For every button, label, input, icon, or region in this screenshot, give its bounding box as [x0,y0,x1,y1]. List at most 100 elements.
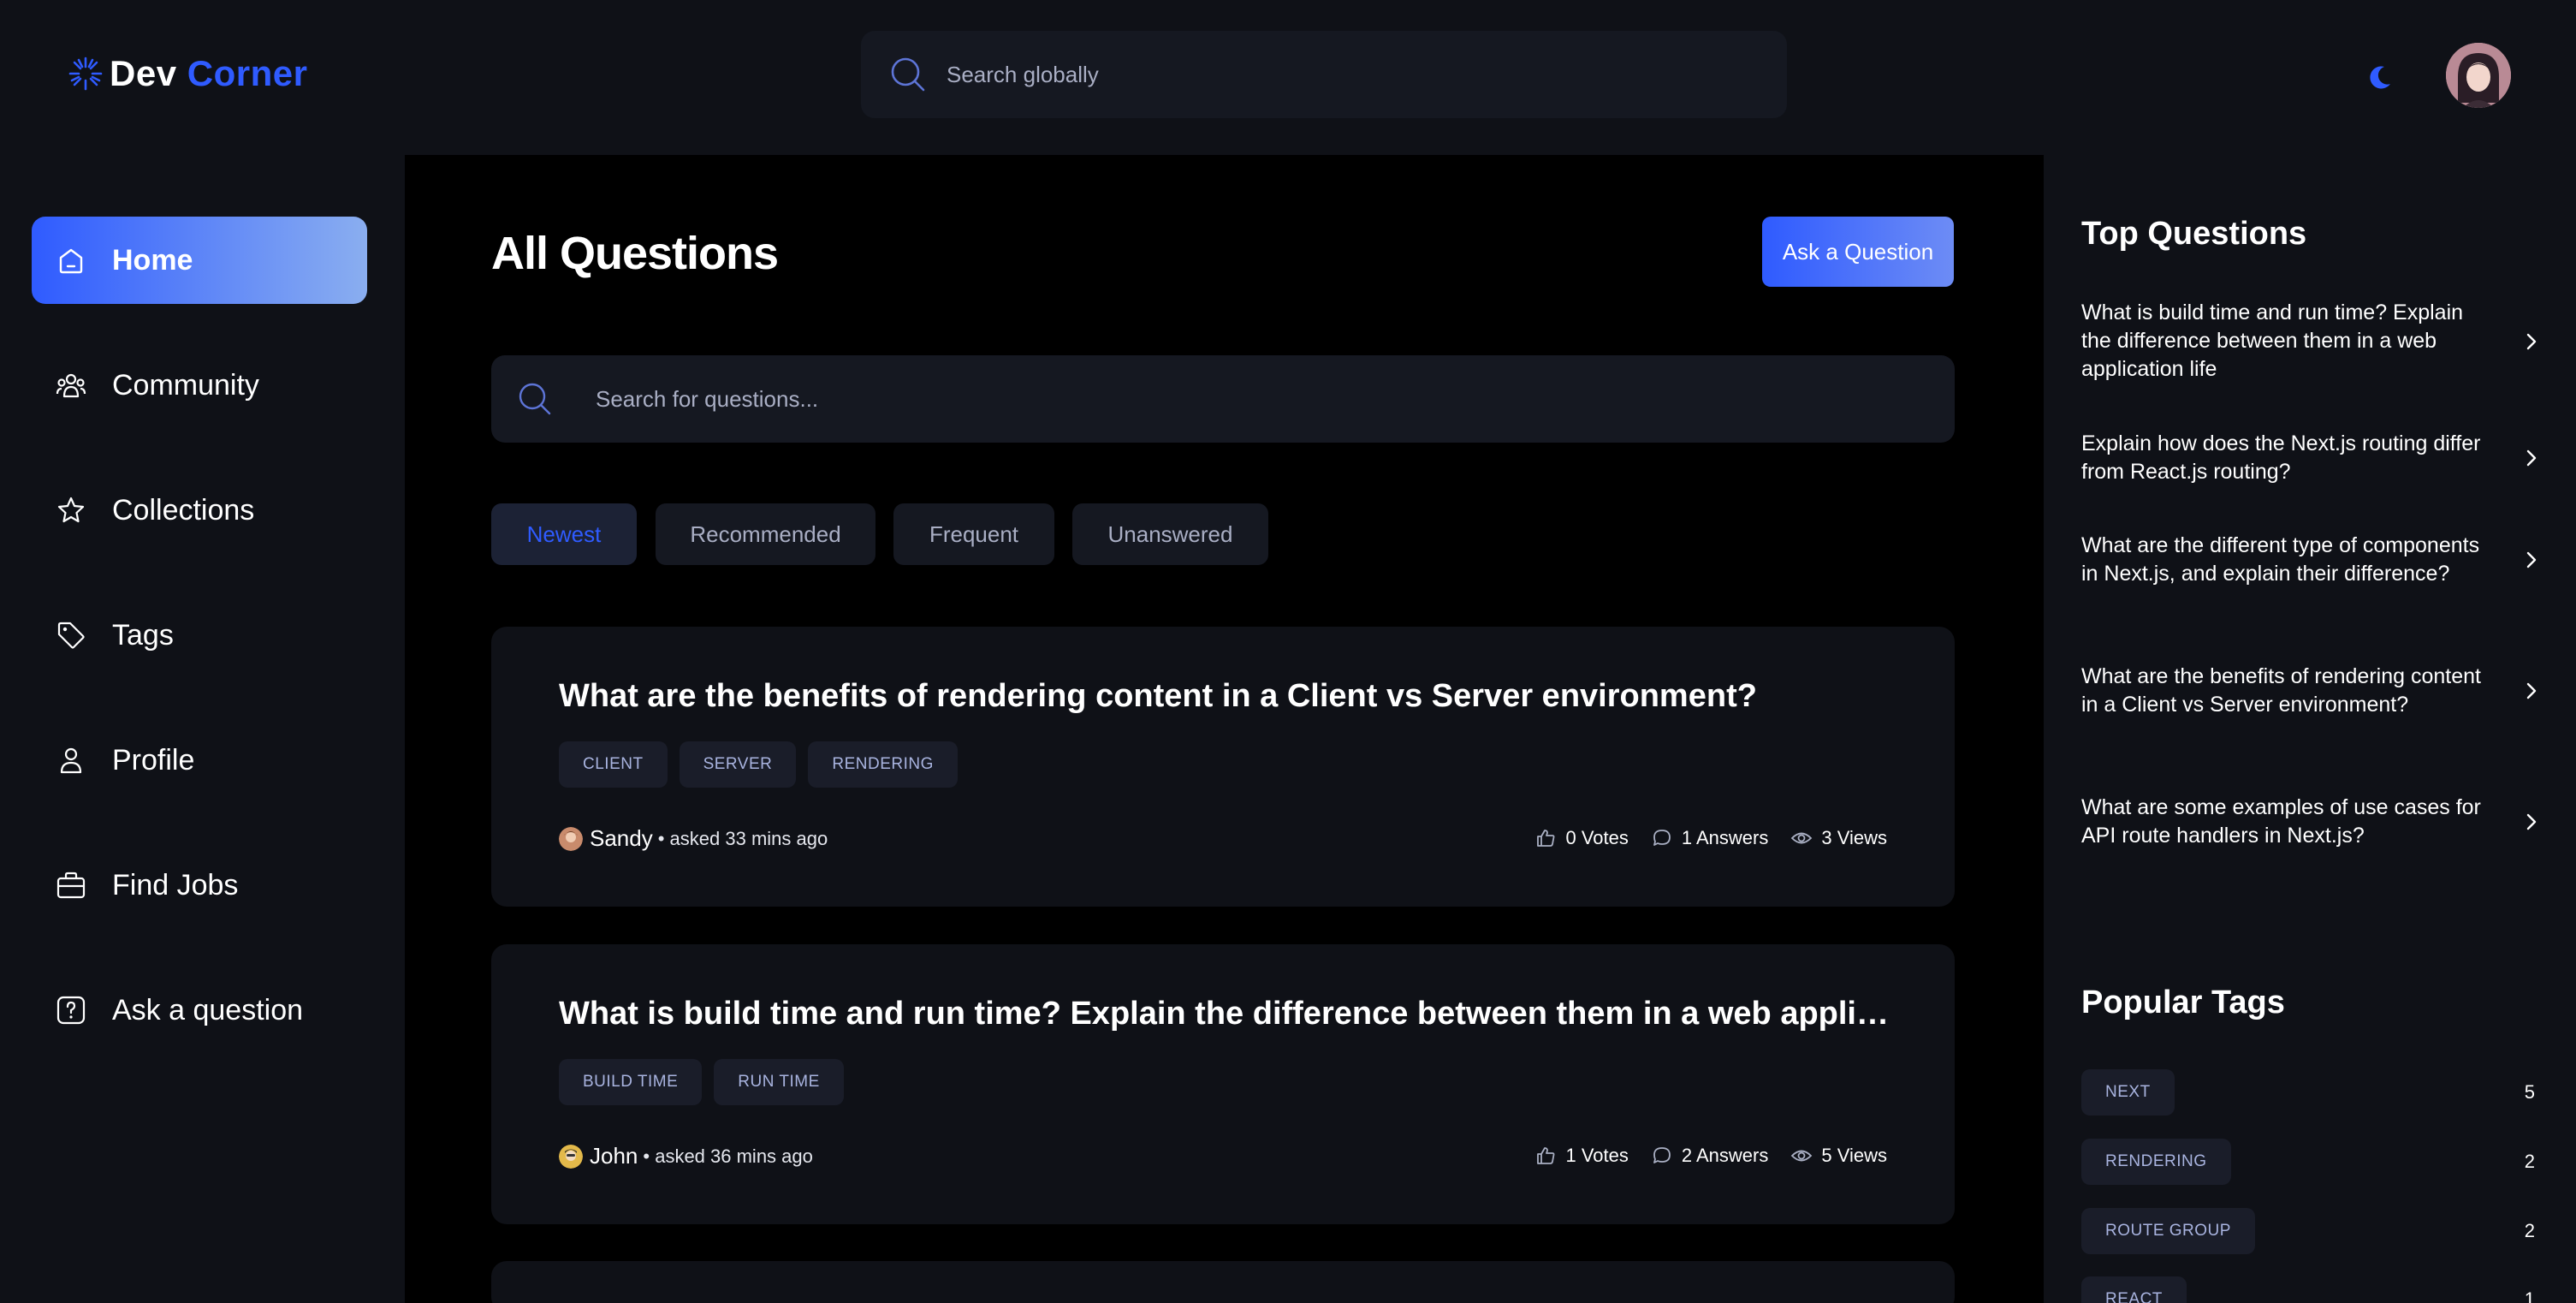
sidebar-item-home[interactable]: Home [32,217,367,304]
sidebar-item-collections[interactable]: Collections [32,467,367,554]
tag-chip[interactable]: RENDERING [808,741,958,788]
top-questions-heading: Top Questions [2081,216,2307,252]
main-content: All Questions Ask a Question Newest Reco… [405,155,2044,1303]
top-question-text: Explain how does the Next.js routing dif… [2081,431,2481,484]
votes-count: 0 Votes [1565,827,1629,848]
question-tags: BUILD TIME RUN TIME [559,1059,844,1105]
popular-tag-chip[interactable]: ROUTE GROUP [2081,1208,2255,1254]
question-icon [56,996,86,1025]
logo[interactable]: Dev Corner [67,53,307,94]
chevron-right-icon [2526,813,2537,830]
left-sidebar: Home Community Collections Tags Profile [0,155,405,1303]
votes-stat: 0 Votes [1534,827,1629,849]
question-title[interactable]: What is build time and run time? Explain… [559,996,1894,1032]
question-stats: 1 Votes 2 Answers 5 Views [1534,1145,1887,1167]
global-search-input[interactable] [947,61,1717,88]
author-avatar [559,826,583,851]
users-icon [56,373,86,398]
question-card[interactable]: What is build time and run time? Explain… [491,944,1955,1224]
popular-tag-row[interactable]: ROUTE GROUP 2 [2081,1208,2535,1254]
views-count: 5 Views [1821,1145,1887,1166]
tag-chip[interactable]: BUILD TIME [559,1059,703,1105]
top-question-item[interactable]: What are the benefits of rendering conte… [2081,663,2543,719]
user-icon [60,747,82,774]
sidebar-item-profile[interactable]: Profile [32,717,367,804]
asked-time: • asked 36 mins ago [643,1145,813,1167]
sun-burst-icon [68,57,103,91]
question-card[interactable] [491,1261,1955,1303]
views-count: 3 Views [1821,827,1887,848]
top-question-item[interactable]: What are the different type of component… [2081,532,2543,588]
views-stat: 5 Views [1790,1145,1887,1167]
search-icon [891,57,925,92]
search-icon [519,383,551,415]
top-question-text: What is build time and run time? Explain… [2081,300,2464,381]
sidebar-item-label: Collections [112,493,255,527]
moon-icon[interactable] [2364,62,2395,92]
question-search-bar[interactable] [491,355,1955,443]
tag-chip[interactable]: RUN TIME [714,1059,844,1105]
home-icon [59,248,83,274]
sidebar-item-find-jobs[interactable]: Find Jobs [32,842,367,929]
answers-count: 1 Answers [1681,827,1769,848]
thumbs-up-icon [1537,1147,1555,1164]
sidebar-item-label: Profile [112,743,195,776]
tag-chip[interactable]: CLIENT [559,741,668,788]
briefcase-icon [56,872,86,899]
sidebar-item-tags[interactable]: Tags [32,592,367,679]
filter-frequent[interactable]: Frequent [893,503,1054,565]
question-card[interactable]: What are the benefits of rendering conte… [491,627,1955,907]
global-search-bar[interactable] [861,31,1787,118]
chevron-right-icon [2526,449,2537,467]
popular-tag-chip[interactable]: NEXT [2081,1069,2175,1116]
popular-tag-chip[interactable]: RENDERING [2081,1139,2231,1185]
answers-stat: 2 Answers [1651,1145,1768,1167]
chevron-right-icon [2526,551,2537,568]
top-question-item[interactable]: What is build time and run time? Explain… [2081,299,2543,384]
page-title: All Questions [491,228,779,279]
logo-text: Dev Corner [110,53,308,93]
question-search-input[interactable] [596,385,1879,413]
popular-tag-row[interactable]: NEXT 5 [2081,1069,2535,1116]
chevron-right-icon [2526,333,2537,349]
asked-time: • asked 33 mins ago [657,827,828,849]
tag-count: 2 [2524,1220,2535,1241]
question-title[interactable]: What are the benefits of rendering conte… [559,678,1894,715]
popular-tag-row[interactable]: RENDERING 2 [2081,1139,2535,1185]
sidebar-item-label: Tags [112,618,174,652]
sidebar-item-community[interactable]: Community [32,342,367,429]
answers-stat: 1 Answers [1651,827,1769,849]
top-question-text: What are some examples of use cases for … [2081,795,2481,848]
comment-icon [1653,830,1671,846]
popular-tag-chip[interactable]: REACT [2081,1276,2187,1303]
question-tags: CLIENT SERVER RENDERING [559,741,958,788]
star-icon [57,497,85,523]
sidebar-item-label: Ask a question [112,993,304,1026]
popular-tag-row[interactable]: REACT 1 [2081,1276,2535,1303]
author-name: John [590,1143,638,1169]
votes-stat: 1 Votes [1534,1145,1629,1167]
filter-newest[interactable]: Newest [491,503,637,565]
user-avatar[interactable] [2446,43,2511,108]
top-navbar: Dev Corner [0,0,2576,155]
popular-tags-heading: Popular Tags [2081,985,2285,1020]
filter-recommended[interactable]: Recommended [656,503,875,565]
votes-count: 1 Votes [1565,1145,1629,1166]
right-sidebar: Top Questions What is build time and run… [2044,155,2576,1303]
filter-unanswered[interactable]: Unanswered [1072,503,1268,565]
tag-count: 1 [2524,1288,2535,1303]
question-author[interactable]: Sandy • asked 33 mins ago [559,825,828,852]
top-question-text: What are the benefits of rendering conte… [2081,664,2481,717]
tag-chip[interactable]: SERVER [679,741,797,788]
sidebar-item-label: Home [112,243,193,277]
tag-count: 2 [2524,1151,2535,1172]
top-question-item[interactable]: Explain how does the Next.js routing dif… [2081,430,2543,486]
ask-question-button[interactable]: Ask a Question [1762,217,1954,287]
tag-icon [57,622,85,649]
question-author[interactable]: John • asked 36 mins ago [559,1143,813,1169]
sidebar-item-ask-question[interactable]: Ask a question [32,967,367,1054]
question-stats: 0 Votes 1 Answers 3 Views [1534,827,1887,849]
eye-icon [1791,1150,1813,1162]
top-question-text: What are the different type of component… [2081,533,2480,586]
top-question-item[interactable]: What are some examples of use cases for … [2081,794,2543,850]
